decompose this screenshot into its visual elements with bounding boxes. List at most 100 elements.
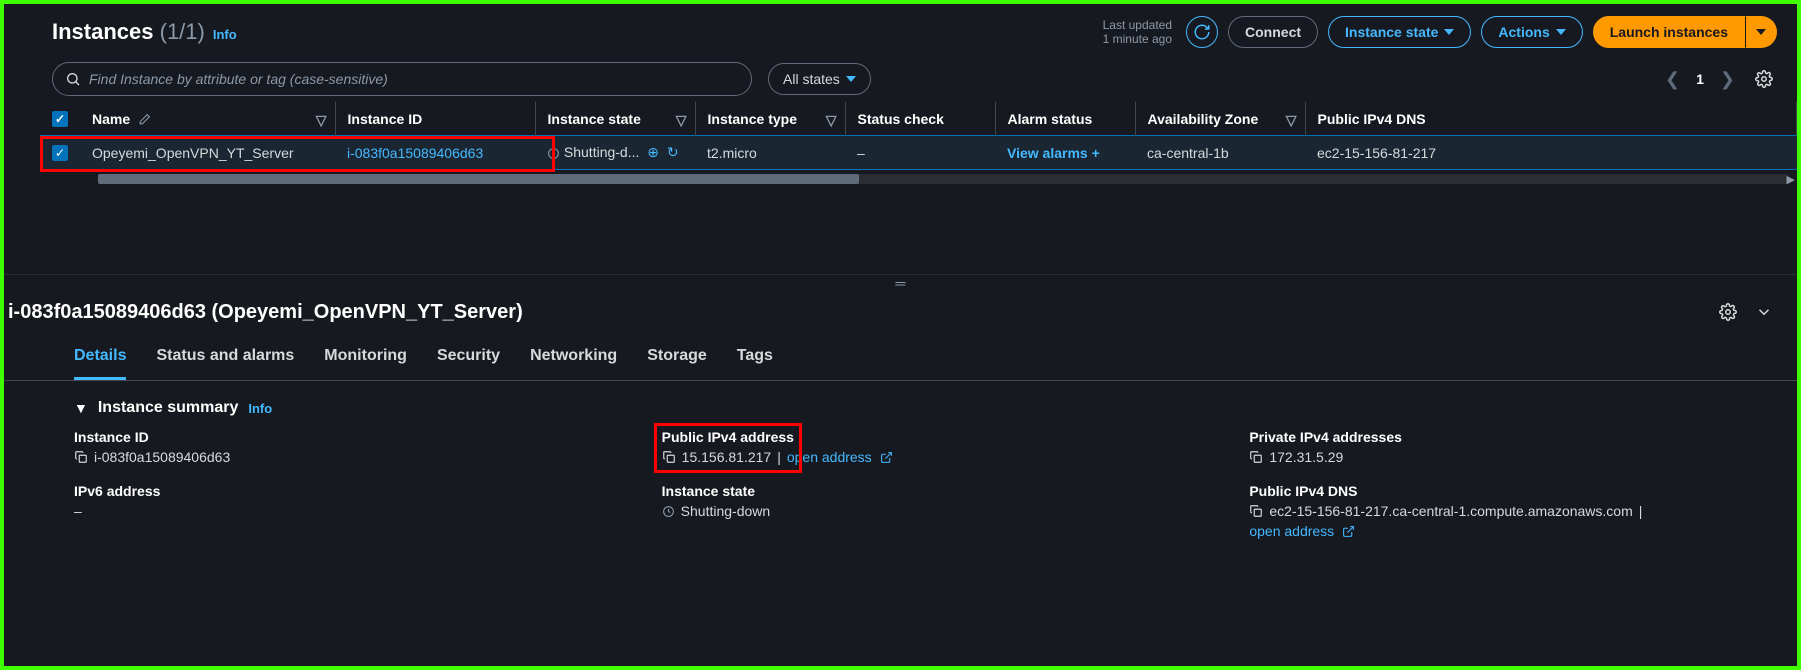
state-icon (547, 147, 560, 160)
caret-down-icon (1756, 29, 1766, 35)
last-updated: Last updated 1 minute ago (1103, 18, 1172, 47)
filter-toolbar: All states ❮ 1 ❯ (4, 56, 1797, 102)
col-name-label: Name (92, 111, 130, 127)
launch-instances-button[interactable]: Launch instances (1593, 16, 1745, 48)
search-input[interactable] (89, 71, 739, 87)
add-alarm-icon[interactable]: + (1092, 145, 1100, 161)
field-public-ip-label: Public IPv4 address (662, 429, 1210, 445)
col-instance-type-label: Instance type (708, 111, 797, 127)
instance-count: (1/1) (160, 19, 205, 44)
info-link[interactable]: Info (248, 401, 272, 416)
launch-instances-dropdown[interactable] (1745, 16, 1777, 48)
page-header: Instances (1/1) Info Last updated 1 minu… (4, 4, 1797, 56)
last-updated-value: 1 minute ago (1103, 32, 1172, 46)
field-instance-id-value: i-083f0a15089406d63 (94, 449, 230, 465)
tab-networking[interactable]: Networking (530, 339, 617, 380)
page-prev[interactable]: ❮ (1661, 65, 1684, 94)
copy-icon[interactable] (1249, 504, 1263, 518)
col-alarm-status[interactable]: Alarm status (995, 102, 1135, 136)
open-address-link[interactable]: open address (1249, 523, 1334, 539)
page-title-text: Instances (52, 19, 154, 44)
cell-state-text: Shutting-d... (564, 144, 640, 160)
detail-pane: ═ i-083f0a15089406d63 (Opeyemi_OpenVPN_Y… (4, 274, 1797, 666)
field-private-ip-value: 172.31.5.29 (1269, 449, 1343, 465)
col-az[interactable]: Availability Zone ▽ (1135, 102, 1305, 136)
page-current: 1 (1696, 71, 1704, 87)
sort-icon: ▽ (316, 112, 327, 129)
sort-icon: ▽ (676, 112, 687, 129)
state-icon (662, 505, 675, 518)
table-settings[interactable] (1751, 66, 1777, 92)
connect-button[interactable]: Connect (1228, 16, 1318, 48)
field-ipv6-value: – (74, 503, 622, 519)
detail-title: i-083f0a15089406d63 (Opeyemi_OpenVPN_YT_… (8, 301, 523, 324)
search-box[interactable] (52, 62, 752, 96)
collapse-icon[interactable]: ▼ (74, 400, 88, 416)
col-status-check[interactable]: Status check (845, 102, 995, 136)
detail-expand[interactable] (1751, 299, 1777, 325)
search-icon (65, 71, 81, 87)
state-detail-icon[interactable]: ⊕ (647, 144, 659, 160)
horizontal-scrollbar[interactable]: ▶ (98, 174, 1789, 184)
detail-settings[interactable] (1715, 299, 1741, 325)
external-link-icon (880, 451, 893, 464)
chevron-down-icon (1755, 303, 1773, 321)
col-checkbox[interactable]: ✓ (40, 102, 80, 136)
instance-state-button-label: Instance state (1345, 24, 1438, 40)
launch-instances-group: Launch instances (1593, 16, 1777, 48)
cell-alarm[interactable]: View alarms + (995, 136, 1135, 170)
caret-down-icon (1444, 29, 1454, 35)
actions-button-label: Actions (1498, 24, 1549, 40)
refresh-button[interactable] (1186, 16, 1218, 48)
tab-details[interactable]: Details (74, 339, 126, 380)
separator: | (1639, 503, 1643, 519)
page-title: Instances (1/1) (52, 19, 205, 45)
actions-button[interactable]: Actions (1481, 16, 1582, 48)
tab-status[interactable]: Status and alarms (156, 339, 294, 380)
info-link[interactable]: Info (213, 27, 237, 42)
col-instance-id[interactable]: Instance ID (335, 102, 535, 136)
copy-icon[interactable] (74, 450, 88, 464)
field-ipv6-label: IPv6 address (74, 483, 622, 499)
state-filter[interactable]: All states (768, 63, 871, 95)
col-public-dns[interactable]: Public IPv4 DNS (1305, 102, 1797, 136)
open-address-link[interactable]: open address (787, 449, 872, 465)
state-refresh-icon[interactable]: ↻ (667, 144, 679, 160)
last-updated-label: Last updated (1103, 18, 1172, 32)
copy-icon[interactable] (662, 450, 676, 464)
cell-type: t2.micro (695, 136, 845, 170)
caret-down-icon (1556, 29, 1566, 35)
cell-state: Shutting-d... ⊕ ↻ (535, 136, 695, 170)
instance-summary-section: ▼ Instance summary Info Instance ID i-08… (4, 381, 1797, 557)
scrollbar-thumb[interactable] (98, 174, 859, 184)
checkbox-all[interactable]: ✓ (52, 111, 68, 127)
cell-dns: ec2-15-156-81-217 (1305, 136, 1797, 170)
scroll-right-arrow[interactable]: ▶ (1787, 173, 1795, 186)
field-public-ip-value: 15.156.81.217 (682, 449, 772, 465)
tab-storage[interactable]: Storage (647, 339, 707, 380)
cell-az: ca-central-1b (1135, 136, 1305, 170)
cell-instance-id[interactable]: i-083f0a15089406d63 (335, 136, 535, 170)
field-instance-state-value: Shutting-down (681, 503, 771, 519)
table-row[interactable]: ✓ Opeyemi_OpenVPN_YT_Server i-083f0a1508… (40, 136, 1797, 170)
tab-monitoring[interactable]: Monitoring (324, 339, 407, 380)
col-instance-type[interactable]: Instance type ▽ (695, 102, 845, 136)
gear-icon (1719, 303, 1737, 321)
tab-security[interactable]: Security (437, 339, 500, 380)
caret-down-icon (846, 76, 856, 82)
tab-tags[interactable]: Tags (737, 339, 773, 380)
cell-name: Opeyemi_OpenVPN_YT_Server (80, 136, 335, 170)
col-name[interactable]: Name ▽ (80, 102, 335, 136)
field-public-dns-value: ec2-15-156-81-217.ca-central-1.compute.a… (1269, 503, 1632, 519)
edit-icon (138, 113, 151, 126)
resize-handle[interactable]: ═ (4, 275, 1797, 291)
page-next[interactable]: ❯ (1716, 65, 1739, 94)
view-alarms-link[interactable]: View alarms (1007, 145, 1088, 161)
row-checkbox[interactable]: ✓ (52, 145, 68, 161)
separator: | (777, 449, 781, 465)
cell-status-check: – (845, 136, 995, 170)
section-title: Instance summary (98, 399, 239, 417)
instance-state-button[interactable]: Instance state (1328, 16, 1471, 48)
col-instance-state[interactable]: Instance state ▽ (535, 102, 695, 136)
copy-icon[interactable] (1249, 450, 1263, 464)
